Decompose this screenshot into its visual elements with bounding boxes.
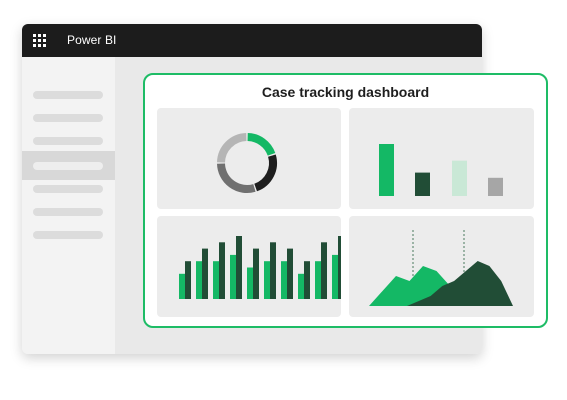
donut-chart xyxy=(217,133,277,193)
bar xyxy=(415,172,430,196)
area-chart-panel[interactable] xyxy=(349,216,534,317)
sidebar-item[interactable] xyxy=(33,185,103,193)
chevron-right-icon: › xyxy=(98,158,102,172)
bar xyxy=(185,261,191,299)
bar xyxy=(379,144,394,196)
bar xyxy=(247,267,253,299)
bar xyxy=(332,254,338,299)
bar xyxy=(304,261,310,299)
grouped-bar-chart-panel[interactable] xyxy=(157,216,341,317)
bar xyxy=(253,248,259,299)
bar xyxy=(264,261,270,299)
donut-chart-panel[interactable] xyxy=(157,108,341,209)
sidebar: › xyxy=(22,57,115,354)
app-launcher-icon[interactable] xyxy=(33,34,47,48)
sidebar-item[interactable] xyxy=(33,137,103,145)
donut-slice xyxy=(217,163,256,193)
donut-slice xyxy=(247,133,276,156)
sidebar-item[interactable] xyxy=(33,114,103,122)
bar xyxy=(281,261,287,299)
bar xyxy=(196,261,202,299)
app-title: Power BI xyxy=(67,33,117,47)
sidebar-item-active[interactable]: › xyxy=(22,151,115,180)
bar xyxy=(338,236,341,299)
bar xyxy=(315,261,321,299)
title-bar: Power BI xyxy=(22,24,482,57)
sidebar-item[interactable] xyxy=(33,231,103,239)
bar xyxy=(236,236,242,299)
sidebar-item[interactable] xyxy=(33,208,103,216)
dashboard-card: Case tracking dashboard xyxy=(143,73,548,328)
bar-chart xyxy=(379,144,503,196)
bar xyxy=(219,242,225,299)
bar xyxy=(270,242,276,299)
sidebar-item-placeholder xyxy=(33,162,103,170)
bar xyxy=(321,242,327,299)
grouped-bar-chart xyxy=(179,236,341,299)
dashboard-title: Case tracking dashboard xyxy=(261,84,430,100)
donut-slice xyxy=(217,133,247,163)
bar xyxy=(179,273,185,299)
bar xyxy=(230,254,236,299)
sidebar-item[interactable] xyxy=(33,91,103,99)
donut-slice xyxy=(254,154,277,192)
bar-chart-panel[interactable] xyxy=(349,108,534,209)
bar xyxy=(298,273,304,299)
bar xyxy=(213,261,219,299)
area-chart xyxy=(369,230,513,306)
bar xyxy=(488,177,503,196)
bar xyxy=(452,160,467,196)
bar xyxy=(202,248,208,299)
bar xyxy=(287,248,293,299)
